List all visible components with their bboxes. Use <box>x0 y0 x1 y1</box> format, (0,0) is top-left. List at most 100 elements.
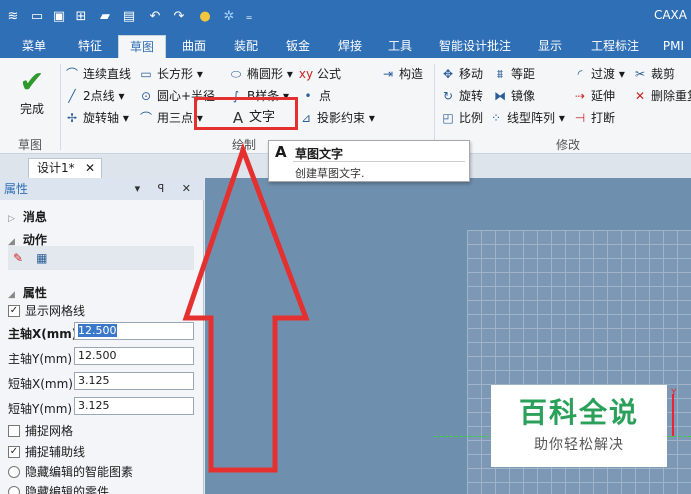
collapse-arrow-icon: ▷ <box>8 214 15 224</box>
tab-menu[interactable]: 菜单 <box>12 35 56 58</box>
group-label-sketch: 草图 <box>18 138 43 152</box>
snap-aux-checkbox[interactable]: ✓ 捕捉辅助线 <box>8 443 85 460</box>
checkmark-icon: ✔ <box>19 65 45 100</box>
divider <box>293 161 465 162</box>
snap-grid-checkbox[interactable]: 捕捉网格 <box>8 422 73 439</box>
hide-parts-radio[interactable]: 隐藏编辑的零件 <box>8 483 109 494</box>
panel-controls[interactable]: ▾ ꟼ ✕ <box>135 178 198 200</box>
edit-icon[interactable]: ✎ <box>10 250 26 266</box>
separator <box>434 64 435 150</box>
major-y-input[interactable]: 12.500 <box>74 347 194 365</box>
panel-header: 属性 ▾ ꟼ ✕ <box>0 178 204 200</box>
ribbon-tabs: 菜单 特征 草图 曲面 装配 钣金 焊接 工具 智能设计批注 显示 工程标注 P… <box>0 32 691 58</box>
tab-sketch[interactable]: 草图 <box>118 35 166 58</box>
tab-smart-design[interactable]: 智能设计批注 <box>430 35 520 58</box>
extend-icon: ⇢ <box>574 89 586 103</box>
action-toolbar: ✎ ▦ <box>8 246 194 270</box>
extend-button[interactable]: ⇢ 延伸 <box>572 86 615 106</box>
polyline-button[interactable]: ⌒ 连续直线 <box>64 64 131 84</box>
tooltip: A 草图文字 创建草图文字. <box>268 140 470 182</box>
fillet-icon: ◜ <box>577 67 583 81</box>
field-label: 主轴X(mm) <box>8 327 78 341</box>
circle-icon: ⊙ <box>140 89 152 103</box>
move-button[interactable]: ✥ 移动 <box>440 64 483 84</box>
app-menu-icon[interactable]: ≋ <box>4 6 22 26</box>
rectangle-button[interactable]: ▭ 长方形 ▾ <box>138 64 203 84</box>
formula-button[interactable]: xy 公式 <box>298 64 341 84</box>
field-label: 短轴Y(mm) <box>8 402 73 416</box>
point-icon: • <box>304 89 312 103</box>
watermark: 百科全说 助你轻松解决 <box>491 385 667 467</box>
pattern-icon: ⁘ <box>490 111 502 125</box>
offset-button[interactable]: ⩩ 等距 <box>492 64 535 84</box>
scale-button[interactable]: ◰ 比例 <box>440 108 483 128</box>
tab-annotation[interactable]: 工程标注 <box>582 35 648 58</box>
projection-constraint-button[interactable]: ⊿ 投影约束 ▾ <box>298 108 375 128</box>
hide-smart-radio[interactable]: 隐藏编辑的智能图素 <box>8 463 133 480</box>
major-x-input[interactable]: 12.500 <box>74 322 194 340</box>
show-grid-checkbox[interactable]: ✓ 显示网格线 <box>8 302 85 319</box>
fillet-button[interactable]: ◜ 过渡 ▾ <box>572 64 625 84</box>
axis-icon: ✢ <box>66 111 78 125</box>
section-message[interactable]: ▷ 消息 <box>8 208 47 225</box>
watermark-subtitle: 助你轻松解决 <box>534 437 624 453</box>
tooltip-title: 草图文字 <box>295 147 344 161</box>
tab-pmi[interactable]: PMI <box>656 35 691 58</box>
document-tab[interactable]: 设计1* ✕ <box>28 158 102 178</box>
offset-icon: ⩩ <box>496 67 504 81</box>
save-as-icon[interactable]: ⊞ <box>72 6 90 26</box>
y-axis-label: Y <box>671 388 677 398</box>
check-icon: ✓ <box>8 304 20 317</box>
mirror-button[interactable]: ⧓ 镜像 <box>492 86 535 106</box>
minor-x-input[interactable]: 3.125 <box>74 372 194 390</box>
new-icon[interactable]: ▭ <box>28 6 46 26</box>
tab-feature[interactable]: 特征 <box>68 35 112 58</box>
tab-assembly[interactable]: 装配 <box>224 35 268 58</box>
document-tab-label: 设计1* <box>37 161 75 175</box>
group-label-modify: 修改 <box>556 138 581 152</box>
rotate-button[interactable]: ↻ 旋转 <box>440 86 483 106</box>
open-icon[interactable]: ▣ <box>50 6 68 26</box>
app-title: CAXA <box>653 8 687 22</box>
delete-icon: ✕ <box>634 89 646 103</box>
linear-pattern-button[interactable]: ⁘ 线型阵列 ▾ <box>488 108 565 128</box>
two-point-line-button[interactable]: ╱ 2点线 ▾ <box>64 86 124 106</box>
tab-sheetmetal[interactable]: 钣金 <box>276 35 320 58</box>
field-label: 主轴Y(mm) <box>8 352 73 366</box>
tab-display[interactable]: 显示 <box>528 35 572 58</box>
properties-panel: 属性 ▾ ꟼ ✕ ▷ 消息 ◢ 动作 ✎ ▦ ◢ 属性 ✓ 显示网格线 主轴X(mm) … <box>0 178 204 494</box>
trim-button[interactable]: ✂ 裁剪 <box>632 64 675 84</box>
dropdown-icon[interactable]: ₌ <box>240 6 258 26</box>
close-icon[interactable]: ✕ <box>85 159 95 177</box>
panel-title: 属性 <box>4 182 29 196</box>
tab-tools[interactable]: 工具 <box>380 35 420 58</box>
tab-surface[interactable]: 曲面 <box>172 35 216 58</box>
break-icon: ⊣ <box>574 111 586 125</box>
grid-settings-icon[interactable]: ▦ <box>34 250 50 266</box>
delete-duplicate-button[interactable]: ✕删除重复 <box>632 86 691 106</box>
formula-icon: xy <box>298 67 314 81</box>
watermark-title: 百科全说 <box>518 396 639 429</box>
undo-icon[interactable]: ↶ <box>146 6 164 26</box>
light-icon[interactable]: ● <box>196 6 214 26</box>
tab-weld[interactable]: 焊接 <box>328 35 372 58</box>
line-icon: ╱ <box>68 89 76 103</box>
redo-icon[interactable]: ↷ <box>170 6 188 26</box>
construct-icon: ⇥ <box>382 67 394 81</box>
ellipse-button[interactable]: ⬭ 椭圆形 ▾ <box>228 64 293 84</box>
y-axis-line <box>672 394 674 436</box>
break-button[interactable]: ⊣ 打断 <box>572 108 615 128</box>
section-properties[interactable]: ◢ 属性 <box>8 284 47 301</box>
star-icon[interactable]: ✲ <box>220 6 238 26</box>
ellipse-icon: ⬭ <box>230 67 242 81</box>
check-icon: ✓ <box>8 445 20 458</box>
construct-button[interactable]: ⇥ 构造 <box>380 64 423 84</box>
save-icon[interactable]: ▤ <box>120 6 138 26</box>
done-button[interactable]: ✔ 完成 <box>8 66 56 122</box>
highlight-box <box>194 97 298 130</box>
rotate-axis-button[interactable]: ✢ 旋转轴 ▾ <box>64 108 129 128</box>
point-button[interactable]: • 点 <box>300 86 331 106</box>
minor-y-input[interactable]: 3.125 <box>74 397 194 415</box>
open-folder-icon[interactable]: ▰ <box>96 6 114 26</box>
arc-icon: ⌒ <box>139 111 152 125</box>
